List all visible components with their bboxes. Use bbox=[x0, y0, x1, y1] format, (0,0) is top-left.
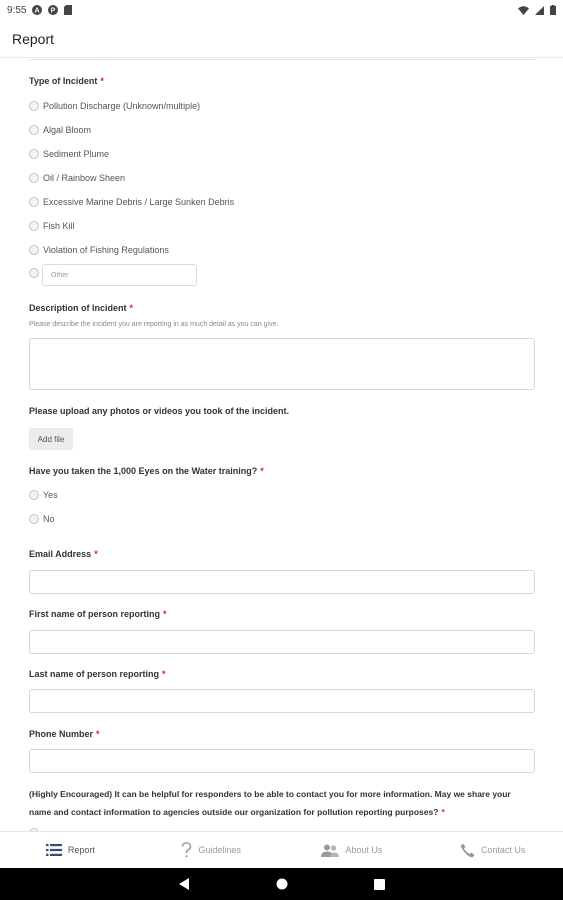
phone-field[interactable] bbox=[29, 749, 535, 773]
email-label: Email Address * bbox=[29, 549, 98, 559]
svg-text:A: A bbox=[35, 8, 40, 15]
radio-button[interactable] bbox=[29, 268, 39, 278]
divider bbox=[29, 58, 535, 60]
radio-button[interactable] bbox=[29, 514, 39, 524]
form-scroll-area[interactable]: Type of Incident * Pollution Discharge (U… bbox=[0, 58, 563, 831]
svg-text:P: P bbox=[51, 8, 56, 15]
incident-option-fishing-violation[interactable]: Violation of Fishing Regulations bbox=[29, 243, 169, 257]
training-label: Have you taken the 1,000 Eyes on the Wat… bbox=[29, 466, 264, 476]
wifi-icon bbox=[518, 5, 529, 15]
required-mark: * bbox=[162, 669, 166, 679]
other-input[interactable]: Other bbox=[42, 264, 197, 286]
recents-icon[interactable] bbox=[370, 874, 390, 894]
nav-item-report[interactable]: Report bbox=[0, 832, 141, 868]
description-helper: Please describe the incident you are rep… bbox=[29, 321, 279, 328]
share-consent-question: (Highly Encouraged) It can be helpful fo… bbox=[29, 789, 511, 817]
other-placeholder: Other bbox=[51, 271, 69, 279]
list-icon bbox=[45, 844, 62, 856]
status-bar: 9:55 A P bbox=[0, 0, 563, 20]
battery-icon bbox=[550, 5, 556, 15]
radio-label: Excessive Marine Debris / Large Sunken D… bbox=[43, 197, 235, 207]
required-mark: * bbox=[260, 466, 264, 476]
system-nav-bar bbox=[0, 868, 563, 900]
notification-a-icon: A bbox=[32, 5, 43, 15]
radio-button[interactable] bbox=[29, 221, 39, 231]
radio-label: Pollution Discharge (Unknown/multiple) bbox=[43, 101, 201, 111]
upload-label: Please upload any photos or videos you t… bbox=[29, 406, 290, 416]
radio-label: Yes bbox=[43, 490, 58, 500]
required-mark: * bbox=[100, 76, 104, 86]
required-mark: * bbox=[129, 303, 134, 313]
radio-label: Oil / Rainbow Sheen bbox=[43, 173, 126, 183]
radio-button[interactable] bbox=[29, 173, 39, 183]
status-right bbox=[518, 5, 556, 15]
first-name-field[interactable] bbox=[29, 630, 535, 654]
signal-icon bbox=[535, 5, 544, 15]
incident-option-pollution-discharge[interactable]: Pollution Discharge (Unknown/multiple) bbox=[29, 99, 200, 113]
incident-option-other[interactable] bbox=[29, 266, 39, 280]
incident-type-label: Type of Incident * bbox=[29, 76, 104, 86]
incident-option-fish-kill[interactable]: Fish Kill bbox=[29, 219, 75, 233]
required-mark: * bbox=[163, 609, 167, 619]
add-file-button[interactable]: Add file bbox=[29, 428, 73, 450]
description-textarea[interactable] bbox=[29, 338, 535, 390]
required-mark: * bbox=[441, 807, 445, 817]
bottom-nav: Report Guidelines About Us Contact Us bbox=[0, 831, 563, 868]
radio-label: Algal Bloom bbox=[43, 125, 92, 135]
last-name-label: Last name of person reporting * bbox=[29, 669, 166, 679]
nav-label: Guidelines bbox=[198, 845, 241, 855]
training-option-yes[interactable]: Yes bbox=[29, 488, 58, 502]
required-mark: * bbox=[94, 549, 98, 559]
back-icon[interactable] bbox=[174, 874, 194, 894]
radio-label: Fish Kill bbox=[43, 221, 75, 231]
phone-icon bbox=[460, 843, 475, 858]
nav-label: Contact Us bbox=[480, 845, 526, 855]
incident-option-sediment-plume[interactable]: Sediment Plume bbox=[29, 147, 109, 161]
page-title: Report bbox=[12, 30, 55, 47]
nav-label: Report bbox=[67, 845, 95, 855]
incident-option-oil-sheen[interactable]: Oil / Rainbow Sheen bbox=[29, 171, 125, 185]
notification-p-icon: P bbox=[48, 5, 59, 15]
radio-button[interactable] bbox=[29, 245, 39, 255]
radio-label: Sediment Plume bbox=[43, 149, 110, 159]
email-field[interactable] bbox=[29, 570, 535, 594]
first-name-label: First name of person reporting * bbox=[29, 609, 167, 619]
question-icon bbox=[181, 842, 192, 858]
incident-option-marine-debris[interactable]: Excessive Marine Debris / Large Sunken D… bbox=[29, 195, 234, 209]
radio-label: Violation of Fishing Regulations bbox=[43, 245, 169, 255]
incident-option-algal-bloom[interactable]: Algal Bloom bbox=[29, 123, 91, 137]
radio-button[interactable] bbox=[29, 125, 39, 135]
app-bar: Report bbox=[0, 20, 563, 58]
description-label: Description of Incident * bbox=[29, 303, 134, 313]
phone-label: Phone Number * bbox=[29, 729, 100, 739]
nav-item-guidelines[interactable]: Guidelines bbox=[141, 832, 282, 868]
last-name-field[interactable] bbox=[29, 689, 535, 713]
status-time: 9:55 bbox=[7, 4, 27, 16]
radio-button[interactable] bbox=[29, 197, 39, 207]
radio-button[interactable] bbox=[29, 490, 39, 500]
radio-button[interactable] bbox=[29, 101, 39, 111]
radio-button[interactable] bbox=[29, 149, 39, 159]
radio-label: No bbox=[43, 514, 55, 524]
nav-item-about-us[interactable]: About Us bbox=[282, 832, 423, 868]
home-icon[interactable] bbox=[272, 874, 292, 894]
nav-label: About Us bbox=[345, 845, 383, 855]
nav-item-contact-us[interactable]: Contact Us bbox=[422, 832, 563, 868]
training-option-no[interactable]: No bbox=[29, 512, 55, 526]
people-icon bbox=[321, 844, 340, 857]
required-mark: * bbox=[96, 729, 100, 739]
sd-card-icon bbox=[64, 5, 73, 15]
status-left: 9:55 A P bbox=[7, 4, 73, 16]
